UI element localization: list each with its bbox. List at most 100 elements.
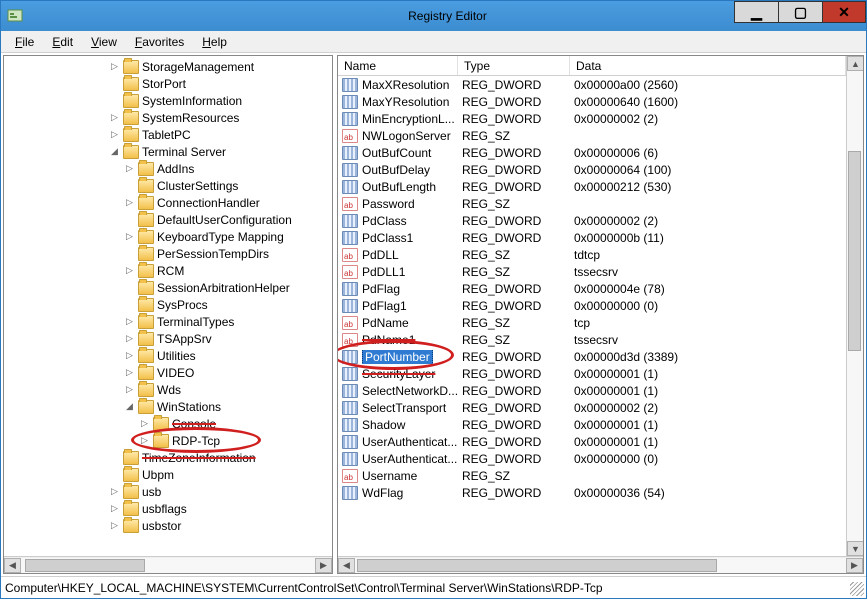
expand-icon[interactable]: ▷: [109, 112, 120, 123]
collapse-icon[interactable]: ◢: [109, 146, 120, 157]
tree-item[interactable]: SystemInformation: [4, 92, 332, 109]
value-row[interactable]: SecurityLayerREG_DWORD0x00000001 (1): [338, 365, 846, 382]
tree-item[interactable]: ▷TSAppSrv: [4, 330, 332, 347]
minimize-button[interactable]: ▁: [734, 1, 778, 23]
value-row[interactable]: OutBufCountREG_DWORD0x00000006 (6): [338, 144, 846, 161]
maximize-button[interactable]: ▢: [778, 1, 822, 23]
collapse-icon[interactable]: ◢: [124, 401, 135, 412]
value-row[interactable]: MinEncryptionL...REG_DWORD0x00000002 (2): [338, 110, 846, 127]
values-list[interactable]: MaxXResolutionREG_DWORD0x00000a00 (2560)…: [338, 76, 846, 556]
tree-item[interactable]: PerSessionTempDirs: [4, 245, 332, 262]
value-row[interactable]: PdDLL1REG_SZtssecsrv: [338, 263, 846, 280]
scroll-down-icon[interactable]: ▼: [847, 541, 863, 556]
expand-icon[interactable]: ▷: [109, 503, 120, 514]
expand-icon[interactable]: ▷: [109, 520, 120, 531]
registry-tree[interactable]: ▷StorageManagementStorPortSystemInformat…: [4, 56, 332, 536]
tree-item[interactable]: DefaultUserConfiguration: [4, 211, 332, 228]
menu-view[interactable]: View: [83, 33, 125, 51]
value-row[interactable]: ShadowREG_DWORD0x00000001 (1): [338, 416, 846, 433]
value-row[interactable]: SelectNetworkD...REG_DWORD0x00000001 (1): [338, 382, 846, 399]
tree-item[interactable]: ▷KeyboardType Mapping: [4, 228, 332, 245]
scroll-right-icon[interactable]: ▶: [846, 558, 863, 573]
tree-item[interactable]: ▷Utilities: [4, 347, 332, 364]
list-header[interactable]: Name Type Data: [338, 56, 846, 76]
value-row[interactable]: PdDLLREG_SZtdtcp: [338, 246, 846, 263]
value-row[interactable]: PdName1REG_SZtssecsrv: [338, 331, 846, 348]
tree-item[interactable]: ▷TabletPC: [4, 126, 332, 143]
tree-item[interactable]: ▷usbflags: [4, 500, 332, 517]
tree-item[interactable]: SysProcs: [4, 296, 332, 313]
tree-item[interactable]: ▷usbstor: [4, 517, 332, 534]
titlebar[interactable]: Registry Editor ▁ ▢ ✕: [1, 1, 866, 31]
list-hscrollbar[interactable]: ◀ ▶: [338, 556, 863, 573]
expand-icon[interactable]: ▷: [124, 265, 135, 276]
expand-icon[interactable]: ▷: [124, 384, 135, 395]
scroll-right-icon[interactable]: ▶: [315, 558, 332, 573]
scroll-left-icon[interactable]: ◀: [4, 558, 21, 573]
tree-item[interactable]: ▷Wds: [4, 381, 332, 398]
value-row[interactable]: UserAuthenticat...REG_DWORD0x00000001 (1…: [338, 433, 846, 450]
tree-item[interactable]: ClusterSettings: [4, 177, 332, 194]
expand-icon[interactable]: ▷: [124, 231, 135, 242]
tree-item[interactable]: ▷AddIns: [4, 160, 332, 177]
expand-icon[interactable]: ▷: [109, 486, 120, 497]
tree-item[interactable]: ▷TerminalTypes: [4, 313, 332, 330]
tree-scroll[interactable]: ▷StorageManagementStorPortSystemInformat…: [4, 56, 332, 556]
value-row[interactable]: UsernameREG_SZ: [338, 467, 846, 484]
expand-icon[interactable]: ▷: [124, 316, 135, 327]
tree-item[interactable]: ▷Console: [4, 415, 332, 432]
tree-item[interactable]: ▷RDP-Tcp: [4, 432, 332, 449]
scroll-up-icon[interactable]: ▲: [847, 56, 863, 71]
value-row[interactable]: PasswordREG_SZ: [338, 195, 846, 212]
tree-item[interactable]: StorPort: [4, 75, 332, 92]
menu-file[interactable]: File: [7, 33, 42, 51]
value-row[interactable]: OutBufDelayREG_DWORD0x00000064 (100): [338, 161, 846, 178]
expand-icon[interactable]: ▷: [124, 367, 135, 378]
tree-item[interactable]: ▷SystemResources: [4, 109, 332, 126]
expand-icon[interactable]: ▷: [124, 333, 135, 344]
expand-icon[interactable]: ▷: [124, 197, 135, 208]
value-row[interactable]: SelectTransportREG_DWORD0x00000002 (2): [338, 399, 846, 416]
value-row[interactable]: PdClassREG_DWORD0x00000002 (2): [338, 212, 846, 229]
value-row[interactable]: PortNumberREG_DWORD0x00000d3d (3389): [338, 348, 846, 365]
value-row[interactable]: MaxXResolutionREG_DWORD0x00000a00 (2560): [338, 76, 846, 93]
value-row[interactable]: UserAuthenticat...REG_DWORD0x00000000 (0…: [338, 450, 846, 467]
col-data[interactable]: Data: [570, 56, 846, 75]
resize-grip-icon[interactable]: [850, 582, 864, 596]
expand-icon[interactable]: ▷: [139, 418, 150, 429]
col-type[interactable]: Type: [458, 56, 570, 75]
expand-icon[interactable]: ▷: [124, 163, 135, 174]
tree-item[interactable]: Ubpm: [4, 466, 332, 483]
value-row[interactable]: NWLogonServerREG_SZ: [338, 127, 846, 144]
tree-hscrollbar[interactable]: ◀ ▶: [4, 556, 332, 573]
value-row[interactable]: MaxYResolutionREG_DWORD0x00000640 (1600): [338, 93, 846, 110]
value-row[interactable]: PdNameREG_SZtcp: [338, 314, 846, 331]
menu-help[interactable]: Help: [194, 33, 235, 51]
menu-edit[interactable]: Edit: [44, 33, 81, 51]
expand-icon[interactable]: ▷: [109, 129, 120, 140]
tree-item[interactable]: ▷usb: [4, 483, 332, 500]
tree-item[interactable]: ▷VIDEO: [4, 364, 332, 381]
tree-item[interactable]: SessionArbitrationHelper: [4, 279, 332, 296]
menu-favorites[interactable]: Favorites: [127, 33, 192, 51]
value-type: REG_DWORD: [462, 78, 574, 92]
value-row[interactable]: OutBufLengthREG_DWORD0x00000212 (530): [338, 178, 846, 195]
value-row[interactable]: WdFlagREG_DWORD0x00000036 (54): [338, 484, 846, 501]
tree-item[interactable]: ▷StorageManagement: [4, 58, 332, 75]
expand-icon[interactable]: ▷: [109, 61, 120, 72]
tree-item[interactable]: ▷ConnectionHandler: [4, 194, 332, 211]
close-button[interactable]: ✕: [822, 1, 866, 23]
value-row[interactable]: PdClass1REG_DWORD0x0000000b (11): [338, 229, 846, 246]
value-name: OutBufCount: [362, 146, 462, 160]
tree-item[interactable]: ◢Terminal Server: [4, 143, 332, 160]
list-vscrollbar[interactable]: ▲ ▼: [846, 56, 863, 556]
tree-item[interactable]: ▷RCM: [4, 262, 332, 279]
tree-item[interactable]: ◢WinStations: [4, 398, 332, 415]
value-row[interactable]: PdFlag1REG_DWORD0x00000000 (0): [338, 297, 846, 314]
expand-icon[interactable]: ▷: [139, 435, 150, 446]
value-row[interactable]: PdFlagREG_DWORD0x0000004e (78): [338, 280, 846, 297]
expand-icon[interactable]: ▷: [124, 350, 135, 361]
scroll-left-icon[interactable]: ◀: [338, 558, 355, 573]
col-name[interactable]: Name: [338, 56, 458, 75]
tree-item[interactable]: TimeZoneInformation: [4, 449, 332, 466]
